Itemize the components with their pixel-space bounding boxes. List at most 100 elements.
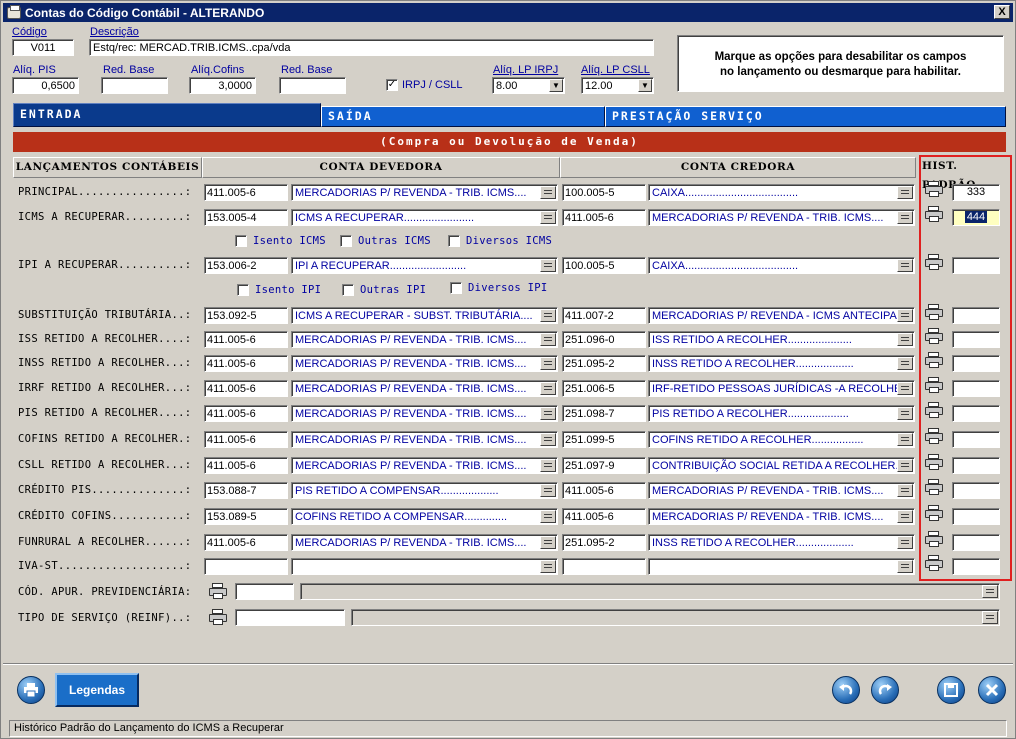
outras-icms-checkbox[interactable] (340, 235, 352, 247)
lookup-icon[interactable] (897, 259, 913, 272)
credit-code-input[interactable]: 100.005-5 (562, 184, 646, 201)
printer-icon[interactable] (209, 609, 227, 625)
lookup-icon[interactable] (897, 333, 913, 346)
lookup-icon[interactable] (540, 211, 556, 224)
credit-account-field[interactable]: MERCADORIAS P/ REVENDA - TRIB. ICMS.... (648, 209, 915, 226)
cod-apur-desc[interactable] (300, 583, 1000, 600)
debit-account-field[interactable]: MERCADORIAS P/ REVENDA - TRIB. ICMS.... (291, 405, 558, 422)
hist-padrao-input[interactable] (952, 307, 1000, 324)
codigo-input[interactable]: V011 (12, 39, 74, 56)
debit-account-field[interactable]: MERCADORIAS P/ REVENDA - TRIB. ICMS.... (291, 534, 558, 551)
debit-code-input[interactable]: 153.005-4 (204, 209, 288, 226)
credit-account-field[interactable] (648, 558, 915, 575)
printer-icon[interactable] (925, 328, 943, 344)
tipo-servico-code-input[interactable] (235, 609, 345, 626)
debit-account-field[interactable]: ICMS A RECUPERAR - SUBST. TRIBUTÁRIA.... (291, 307, 558, 324)
debit-code-input[interactable]: 411.005-6 (204, 331, 288, 348)
printer-icon[interactable] (925, 555, 943, 571)
lookup-icon[interactable] (897, 560, 913, 573)
isento-icms-checkbox[interactable] (235, 235, 247, 247)
printer-icon[interactable] (925, 377, 943, 393)
credit-account-field[interactable]: IRF-RETIDO PESSOAS JURÍDICAS -A RECOLHER (648, 380, 915, 397)
lookup-icon[interactable] (897, 484, 913, 497)
printer-icon[interactable] (925, 402, 943, 418)
hist-padrao-input[interactable] (952, 405, 1000, 422)
debit-code-input[interactable]: 411.005-6 (204, 534, 288, 551)
aliq-pis-input[interactable]: 0,6500 (12, 77, 79, 94)
cod-apur-code-input[interactable] (235, 583, 294, 600)
diversos-ipi-checkbox[interactable] (450, 282, 462, 294)
debit-code-input[interactable]: 411.005-6 (204, 405, 288, 422)
printer-icon[interactable] (925, 181, 943, 197)
red-base-pis-input[interactable] (101, 77, 168, 94)
close-button[interactable]: X (994, 5, 1010, 19)
aliq-cofins-input[interactable]: 3,0000 (189, 77, 256, 94)
lookup-icon[interactable] (540, 382, 556, 395)
save-button[interactable] (937, 676, 965, 704)
debit-code-input[interactable]: 411.005-6 (204, 431, 288, 448)
credit-account-field[interactable]: CAIXA...................................… (648, 257, 915, 274)
hist-padrao-input[interactable] (952, 508, 1000, 525)
aliq-lp-csll-select[interactable]: 12.00 ▼ (581, 77, 654, 94)
lookup-icon[interactable] (982, 585, 998, 598)
debit-code-input[interactable] (204, 558, 288, 575)
credit-account-field[interactable]: MERCADORIAS P/ REVENDA - TRIB. ICMS.... (648, 508, 915, 525)
debit-code-input[interactable]: 153.006-2 (204, 257, 288, 274)
debit-account-field[interactable] (291, 558, 558, 575)
tab-prestacao-servico[interactable]: PRESTAÇÃO SERVIÇO (605, 106, 1006, 127)
credit-code-input[interactable]: 411.007-2 (562, 307, 646, 324)
hist-padrao-input[interactable] (952, 457, 1000, 474)
hist-padrao-input[interactable]: 444 (952, 209, 1000, 226)
debit-code-input[interactable]: 411.005-6 (204, 355, 288, 372)
lookup-icon[interactable] (540, 259, 556, 272)
lookup-icon[interactable] (540, 186, 556, 199)
redo-button[interactable] (871, 676, 899, 704)
hist-padrao-input[interactable] (952, 534, 1000, 551)
debit-code-input[interactable]: 153.089-5 (204, 508, 288, 525)
isento-ipi-checkbox[interactable] (237, 284, 249, 296)
credit-code-input[interactable]: 251.096-0 (562, 331, 646, 348)
printer-icon[interactable] (925, 304, 943, 320)
lookup-icon[interactable] (540, 536, 556, 549)
credit-code-input[interactable]: 251.098-7 (562, 405, 646, 422)
legendas-button[interactable]: Legendas (55, 673, 139, 707)
debit-account-field[interactable]: MERCADORIAS P/ REVENDA - TRIB. ICMS.... (291, 380, 558, 397)
lookup-icon[interactable] (897, 510, 913, 523)
credit-account-field[interactable]: PIS RETIDO A RECOLHER...................… (648, 405, 915, 422)
credit-code-input[interactable]: 100.005-5 (562, 257, 646, 274)
printer-icon[interactable] (925, 454, 943, 470)
credit-account-field[interactable]: ISS RETIDO A RECOLHER...................… (648, 331, 915, 348)
debit-account-field[interactable]: MERCADORIAS P/ REVENDA - TRIB. ICMS.... (291, 431, 558, 448)
descricao-input[interactable]: Estq/rec: MERCAD.TRIB.ICMS..cpa/vda (89, 39, 654, 56)
lookup-icon[interactable] (982, 611, 998, 624)
red-base-cofins-input[interactable] (279, 77, 346, 94)
credit-code-input[interactable] (562, 558, 646, 575)
lookup-icon[interactable] (897, 433, 913, 446)
undo-button[interactable] (832, 676, 860, 704)
outras-ipi-checkbox[interactable] (342, 284, 354, 296)
lookup-icon[interactable] (540, 433, 556, 446)
lookup-icon[interactable] (897, 536, 913, 549)
debit-account-field[interactable]: MERCADORIAS P/ REVENDA - TRIB. ICMS.... (291, 184, 558, 201)
hist-padrao-input[interactable]: 333 (952, 184, 1000, 201)
lookup-icon[interactable] (897, 186, 913, 199)
credit-code-input[interactable]: 251.095-2 (562, 534, 646, 551)
hist-padrao-input[interactable] (952, 431, 1000, 448)
hist-padrao-input[interactable] (952, 482, 1000, 499)
credit-code-input[interactable]: 251.097-9 (562, 457, 646, 474)
hist-padrao-input[interactable] (952, 331, 1000, 348)
print-button[interactable] (17, 676, 45, 704)
debit-account-field[interactable]: MERCADORIAS P/ REVENDA - TRIB. ICMS.... (291, 355, 558, 372)
debit-account-field[interactable]: IPI A RECUPERAR......................... (291, 257, 558, 274)
hist-padrao-input[interactable] (952, 257, 1000, 274)
exit-button[interactable] (978, 676, 1006, 704)
tipo-servico-desc[interactable] (351, 609, 1000, 626)
debit-account-field[interactable]: COFINS RETIDO A COMPENSAR.............. (291, 508, 558, 525)
lookup-icon[interactable] (540, 510, 556, 523)
printer-icon[interactable] (925, 254, 943, 270)
tab-saida[interactable]: SAÍDA (321, 106, 605, 127)
printer-icon[interactable] (925, 505, 943, 521)
credit-account-field[interactable]: MERCADORIAS P/ REVENDA - TRIB. ICMS.... (648, 482, 915, 499)
lookup-icon[interactable] (897, 459, 913, 472)
debit-account-field[interactable]: MERCADORIAS P/ REVENDA - TRIB. ICMS.... (291, 331, 558, 348)
